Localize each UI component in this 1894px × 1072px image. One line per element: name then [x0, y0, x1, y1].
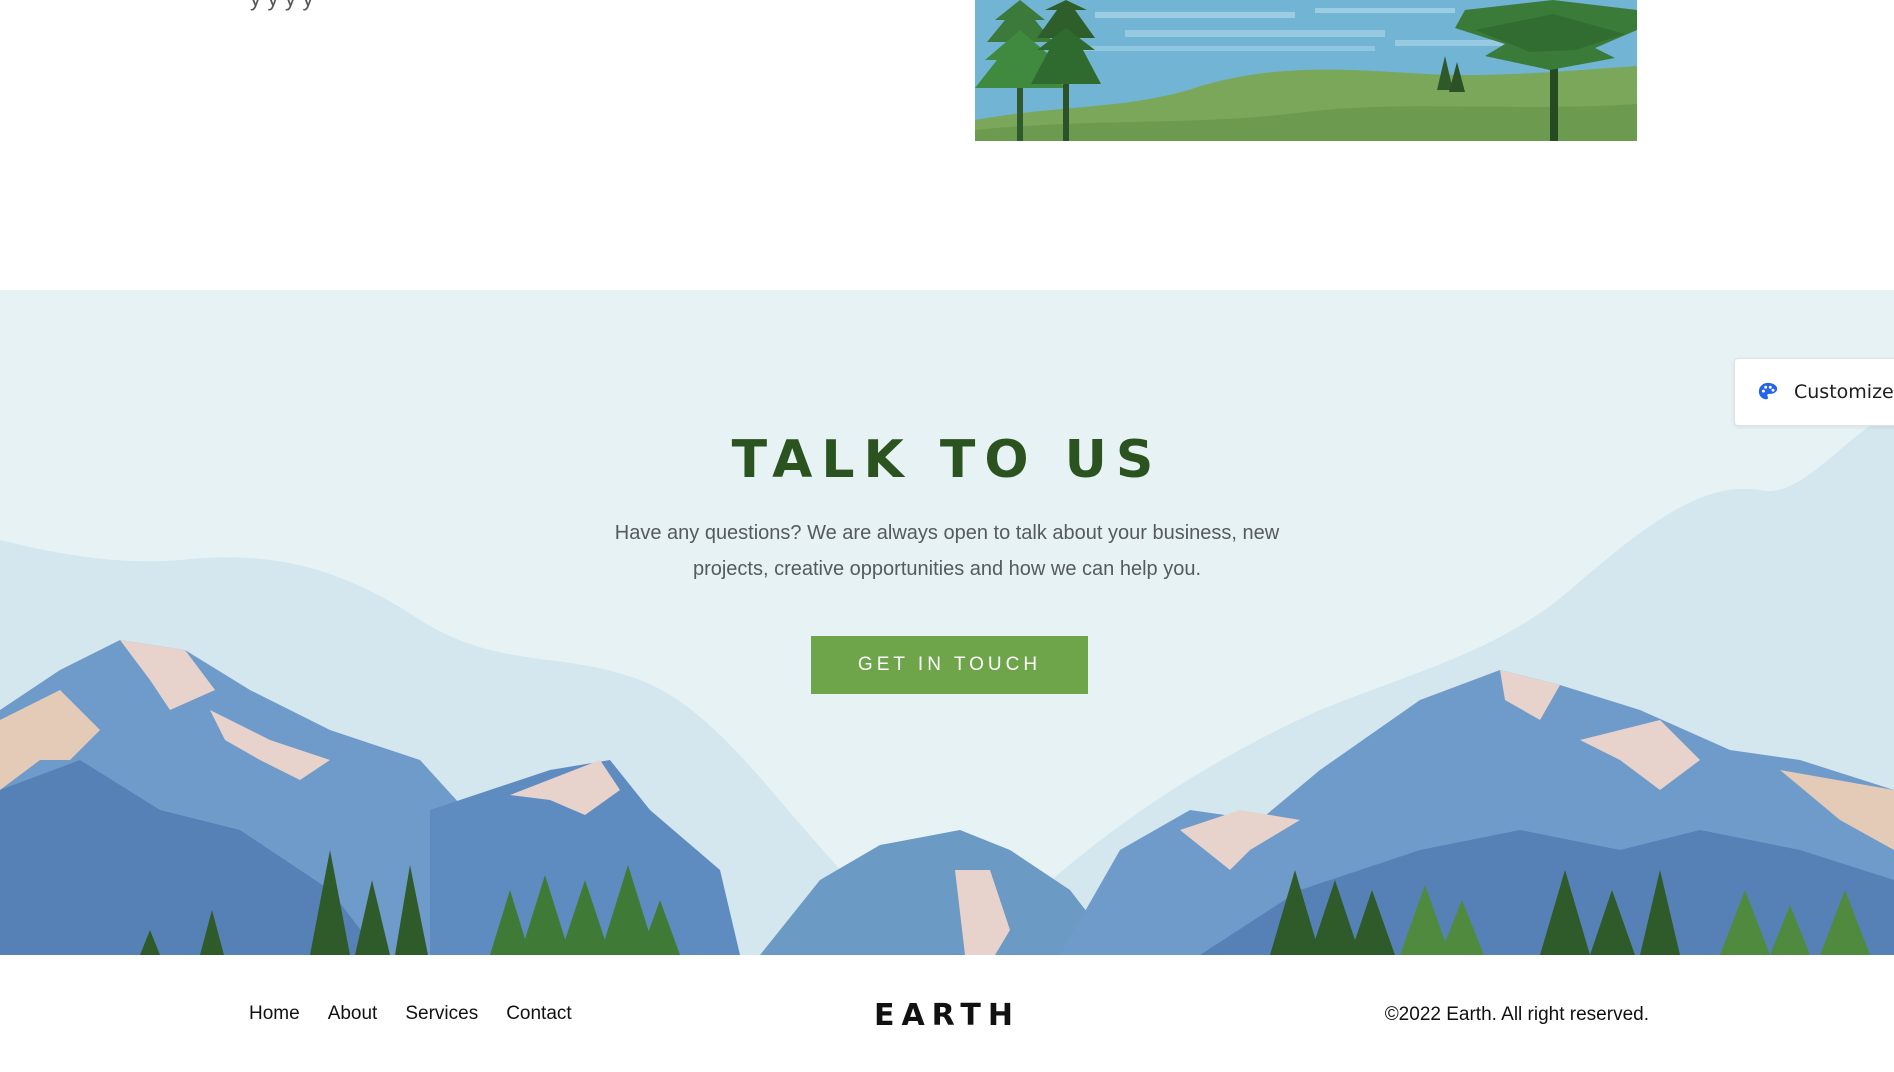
customize-tab[interactable]: Customize: [1734, 358, 1894, 426]
forest-lake-illustration: [975, 0, 1637, 141]
section-title: TALK TO US: [731, 430, 1163, 490]
section-description: Have any questions? We are always open t…: [614, 522, 1280, 580]
body-text-fragment: y y y y: [250, 0, 314, 12]
top-section: y y y y: [0, 0, 1894, 290]
mountains-illustration: [0, 410, 1894, 955]
customize-label: Customize: [1794, 381, 1894, 403]
page: y y y y: [0, 0, 1894, 1072]
palette-icon: [1756, 380, 1780, 404]
footer: Home About Services Contact EARTH ©2022 …: [0, 955, 1894, 1072]
get-in-touch-button[interactable]: GET IN TOUCH: [811, 636, 1088, 694]
copyright-text: ©2022 Earth. All right reserved.: [1384, 1004, 1649, 1025]
contact-cta-section: TALK TO US Have any questions? We are al…: [0, 290, 1894, 955]
